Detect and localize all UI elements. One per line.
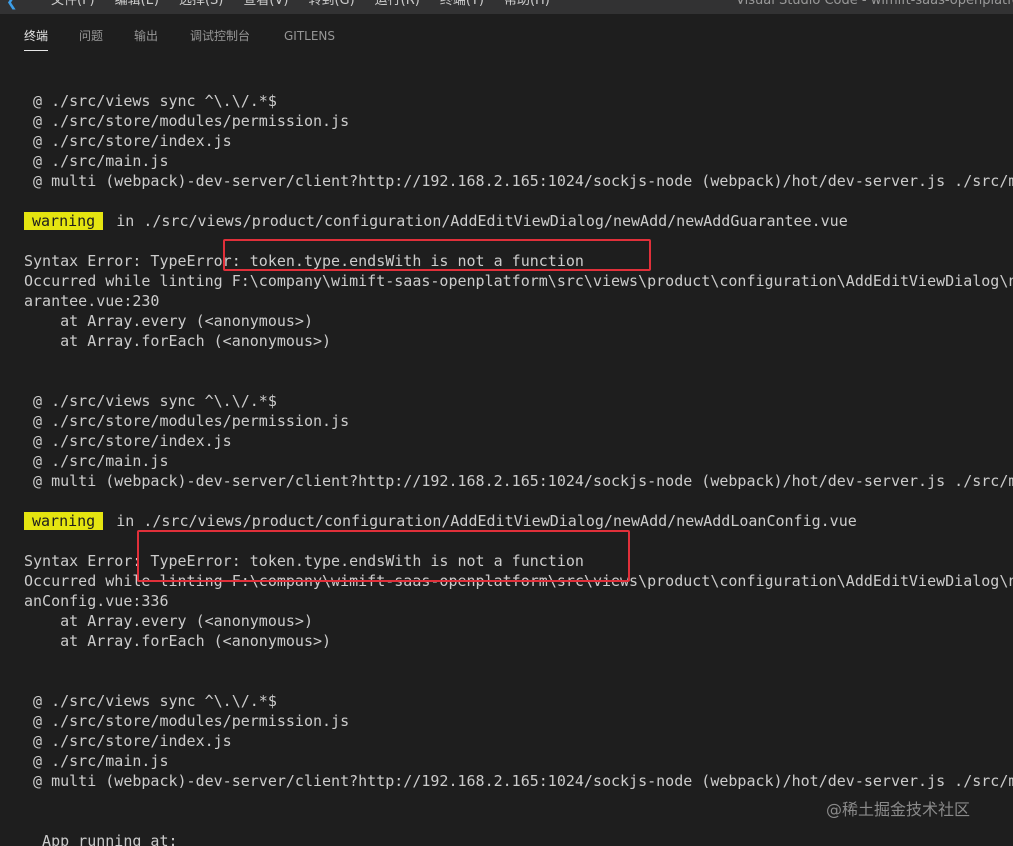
terminal-line-text: @ ./src/store/index.js [24,432,232,450]
terminal-line-text: at Array.every (<anonymous>) [24,612,313,630]
terminal-line: @ ./src/store/index.js [24,731,232,751]
terminal-line: @ ./src/views sync ^\.\/.*$ [24,691,277,711]
terminal-line-text: @ ./src/store/index.js [24,732,232,750]
terminal-line: @ ./src/main.js [24,451,169,471]
terminal-line-text: anConfig.vue:336 [24,592,169,610]
terminal-line: App running at: [24,831,178,846]
terminal-line: @ multi (webpack)-dev-server/client?http… [24,771,1013,791]
terminal-line-text: @ multi (webpack)-dev-server/client?http… [24,172,1013,190]
terminal-line-text: @ ./src/main.js [24,752,169,770]
terminal-line: at Array.forEach (<anonymous>) [24,631,331,651]
terminal-line-text: @ ./src/views sync ^\.\/.*$ [24,92,277,110]
terminal-line: @ ./src/main.js [24,751,169,771]
terminal-line: @ ./src/store/modules/permission.js [24,711,349,731]
menu-help[interactable]: 帮助(H) [504,0,550,10]
terminal-line: @ ./src/views sync ^\.\/.*$ [24,91,277,111]
terminal-line: @ ./src/main.js [24,151,169,171]
terminal-line-text: @ ./src/main.js [24,152,169,170]
terminal-line: arantee.vue:230 [24,291,159,311]
tab-debug-console[interactable]: 调试控制台 [190,28,250,44]
terminal-line: Syntax Error: TypeError: token.type.ends… [24,551,584,571]
menu-selection[interactable]: 选择(S) [179,0,223,10]
terminal-line-text: at Array.forEach (<anonymous>) [24,632,332,650]
menu-edit[interactable]: 编辑(E) [115,0,159,10]
terminal-line-text: @ ./src/store/modules/permission.js [24,412,350,430]
terminal-line-text: Occurred while linting F:\company\wimift… [24,572,1013,590]
terminal-line: at Array.forEach (<anonymous>) [24,331,331,351]
terminal-line-text: @ ./src/views sync ^\.\/.*$ [24,392,277,410]
terminal-line: anConfig.vue:336 [24,591,169,611]
terminal-line-text: @ ./src/views sync ^\.\/.*$ [24,692,277,710]
terminal-line-text: at Array.every (<anonymous>) [24,312,313,330]
terminal-line: Occurred while linting F:\company\wimift… [24,271,1013,291]
menu-file[interactable]: 文件(F) [51,0,95,10]
terminal-line-text: App running at: [24,832,178,846]
title-bar: ❮ 文件(F) 编辑(E) 选择(S) 查看(V) 转到(G) 运行(R) 终端… [0,0,1013,14]
tab-terminal[interactable]: 终端 [24,28,49,51]
terminal-line: warning in ./src/views/product/configura… [24,511,857,531]
menu-bar: 文件(F) 编辑(E) 选择(S) 查看(V) 转到(G) 运行(R) 终端(T… [51,0,550,10]
terminal-line-text: Syntax Error: TypeError: token.type.ends… [24,552,584,570]
terminal-line: @ ./src/views sync ^\.\/.*$ [24,391,277,411]
warning-badge: warning [24,212,104,230]
terminal-line: @ ./src/store/index.js [24,131,232,151]
terminal-line: at Array.every (<anonymous>) [24,611,313,631]
terminal-line: @ ./src/store/index.js [24,431,232,451]
terminal-line-text: at Array.forEach (<anonymous>) [24,332,332,350]
tab-output[interactable]: 输出 [134,28,158,44]
terminal-line: @ multi (webpack)-dev-server/client?http… [24,171,1013,191]
terminal-line-text: @ ./src/store/modules/permission.js [24,112,350,130]
terminal-line: @ multi (webpack)-dev-server/client?http… [24,471,1013,491]
terminal-line-text: in ./src/views/product/configuration/Add… [107,212,848,230]
vscode-logo-icon: ❮ [6,0,18,10]
terminal-line-text: @ multi (webpack)-dev-server/client?http… [24,772,1013,790]
window-title: Visual Studio Code - wimift-saas-openpla… [736,0,1013,8]
terminal-line-text: Occurred while linting F:\company\wimift… [24,272,1013,290]
menu-run[interactable]: 运行(R) [375,0,420,10]
terminal-line-text: @ ./src/store/index.js [24,132,232,150]
watermark: @稀土掘金技术社区 [826,800,971,819]
terminal-line-text: @ ./src/store/modules/permission.js [24,712,350,730]
terminal-line-text: Syntax Error: TypeError: token.type.ends… [24,252,584,270]
tab-gitlens[interactable]: GITLENS [284,28,335,44]
panel-tab-bar: 终端 问题 输出 调试控制台 GITLENS [0,14,1013,54]
terminal-output[interactable]: @ ./src/views sync ^\.\/.*$ @ ./src/stor… [0,54,1013,846]
terminal-line: at Array.every (<anonymous>) [24,311,313,331]
terminal-line-text: @ ./src/main.js [24,452,169,470]
terminal-line: warning in ./src/views/product/configura… [24,211,848,231]
terminal-line-text: in ./src/views/product/configuration/Add… [107,512,857,530]
tab-problems[interactable]: 问题 [79,28,103,44]
menu-go[interactable]: 转到(G) [308,0,354,10]
terminal-line: @ ./src/store/modules/permission.js [24,111,349,131]
terminal-line: Syntax Error: TypeError: token.type.ends… [24,251,584,271]
menu-view[interactable]: 查看(V) [243,0,288,10]
menu-terminal[interactable]: 终端(T) [440,0,484,10]
terminal-line-text: @ multi (webpack)-dev-server/client?http… [24,472,1013,490]
terminal-line-text: arantee.vue:230 [24,292,160,310]
warning-badge: warning [24,512,104,530]
terminal-line: @ ./src/store/modules/permission.js [24,411,349,431]
terminal-line: Occurred while linting F:\company\wimift… [24,571,1013,591]
